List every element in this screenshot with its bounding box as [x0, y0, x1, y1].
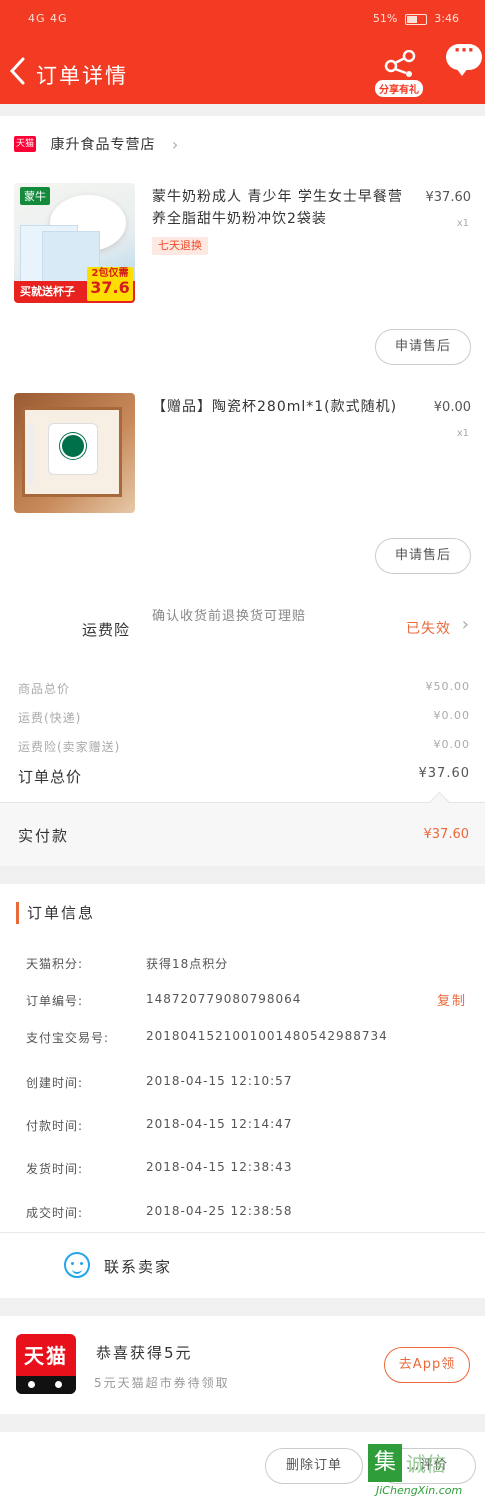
info-value: 2018-04-15 12:38:43 — [146, 1160, 293, 1174]
copy-order-number-button[interactable]: 复制 — [437, 990, 467, 1009]
share-label: 分享有礼 — [375, 80, 423, 97]
after-sale-button[interactable]: 申请售后 — [375, 538, 471, 574]
info-key: 发货时间: — [26, 1162, 84, 1176]
chevron-left-icon — [9, 57, 25, 85]
shipping-insurance-desc: 确认收货前退换货可理赔 — [152, 609, 307, 624]
mug-logo-graphic — [60, 433, 86, 459]
paid-label: 实付款 — [18, 827, 70, 845]
tmall-logo: 天猫 — [16, 1334, 76, 1394]
watermark-text: 诚信 — [406, 1452, 446, 1476]
info-value: 2018-04-15 12:14:47 — [146, 1117, 293, 1131]
summary-value: ¥50.00 — [425, 680, 470, 693]
shipping-insurance-status[interactable]: 已失效 — [406, 618, 451, 638]
summary-label: 运费险(卖家赠送) — [18, 740, 121, 754]
seven-day-return-tag: 七天退换 — [152, 237, 208, 255]
info-key: 订单编号: — [26, 994, 84, 1008]
order-info-heading: 订单信息 — [16, 902, 95, 924]
page-title: 订单详情 — [36, 64, 128, 88]
brand-logo: 蒙牛 — [20, 187, 50, 205]
info-key: 支付宝交易号: — [26, 1031, 110, 1045]
info-value: 2018-04-25 12:38:58 — [146, 1204, 293, 1218]
summary-value: ¥0.00 — [433, 738, 470, 751]
battery-percent: 51% — [372, 12, 398, 25]
contact-seller-button[interactable]: 联系卖家 — [0, 1236, 485, 1296]
tmall-logo-text: 天猫 — [24, 1344, 68, 1368]
summary-label: 商品总价 — [18, 682, 71, 696]
share-button[interactable]: 分享有礼 — [372, 50, 426, 98]
back-button[interactable] — [8, 56, 32, 90]
info-value: 2018041521001001480542988734 — [146, 1029, 388, 1043]
paid-amount-row: 实付款 ¥37.60 — [0, 802, 485, 866]
share-icon — [384, 50, 416, 77]
item-price: ¥0.00 — [433, 400, 471, 415]
item-quantity: x1 — [456, 218, 469, 229]
info-value: 获得18点积分 — [146, 957, 229, 971]
delete-order-button[interactable]: 删除订单 — [265, 1448, 363, 1484]
info-key: 成交时间: — [26, 1206, 84, 1220]
promo-desc: 5元天猫超市券待领取 — [94, 1376, 230, 1390]
site-watermark: 集 诚信 JiChengXin.com — [368, 1444, 485, 1499]
watermark-url: JiChengXin.com — [376, 1484, 463, 1497]
watermark-logo: 集 — [368, 1444, 402, 1482]
after-sale-button[interactable]: 申请售后 — [375, 329, 471, 365]
summary-row: 商品总价 ¥50.00 — [18, 680, 470, 697]
item-quantity: x1 — [456, 428, 469, 439]
shipping-insurance-label: 运费险 — [82, 621, 131, 639]
paid-value: ¥37.60 — [423, 827, 470, 842]
info-key: 创建时间: — [26, 1076, 84, 1090]
product-image-milk-powder[interactable]: 蒙牛 买就送杯子 2包仅需 37.6 — [14, 183, 135, 303]
chat-smiley-icon — [64, 1252, 90, 1278]
order-total-label: 订单总价 — [18, 768, 83, 786]
summary-label: 运费(快递) — [18, 711, 82, 725]
summary-value: ¥0.00 — [433, 709, 470, 722]
claim-in-app-button[interactable]: 去App领 — [384, 1347, 470, 1383]
thumb-price-tag: 2包仅需 37.6 — [87, 267, 133, 301]
thumb-price-value: 37.6 — [90, 278, 130, 297]
tmall-badge: 天猫 — [14, 136, 36, 152]
promo-title: 恭喜获得5元 — [96, 1344, 193, 1362]
item-title[interactable]: 蒙牛奶粉成人 青少年 学生女士早餐营养全脂甜牛奶粉冲饮2袋装 — [152, 186, 414, 230]
summary-row: 运费险(卖家赠送) ¥0.00 — [18, 738, 470, 755]
info-key: 天猫积分: — [26, 957, 84, 971]
store-name: 康升食品专营店 — [50, 137, 156, 153]
signal-indicator: 4G 4G — [28, 12, 68, 25]
summary-row: 运费(快递) ¥0.00 — [18, 709, 470, 726]
product-image-mug[interactable] — [14, 393, 135, 513]
contact-seller-label: 联系卖家 — [104, 1258, 173, 1276]
chevron-right-icon[interactable]: › — [462, 614, 469, 635]
tmall-cat-face-icon — [16, 1376, 76, 1394]
more-menu-button[interactable]: ··· — [446, 42, 482, 76]
app-header: 4G 4G 51% 3:46 订单详情 分享有礼 ··· — [0, 0, 485, 104]
spoon-graphic — [28, 425, 34, 485]
info-value: 2018-04-15 12:10:57 — [146, 1074, 293, 1088]
store-link[interactable]: 天猫 康升食品专营店 › — [14, 134, 178, 158]
clock: 3:46 — [434, 12, 459, 25]
status-right: 51% 3:46 — [373, 12, 459, 25]
info-value: 148720779080798064 — [146, 992, 302, 1006]
chevron-right-icon: › — [171, 134, 179, 154]
battery-icon — [404, 13, 427, 25]
item-price: ¥37.60 — [425, 190, 472, 205]
order-total-row: 订单总价 ¥37.60 — [18, 766, 470, 787]
order-total-value: ¥37.60 — [418, 766, 470, 781]
item-title[interactable]: 【赠品】陶瓷杯280ml*1(款式随机) — [152, 396, 414, 418]
divider — [0, 1232, 485, 1233]
info-key: 付款时间: — [26, 1119, 84, 1133]
status-bar: 4G 4G 51% 3:46 — [0, 0, 485, 40]
